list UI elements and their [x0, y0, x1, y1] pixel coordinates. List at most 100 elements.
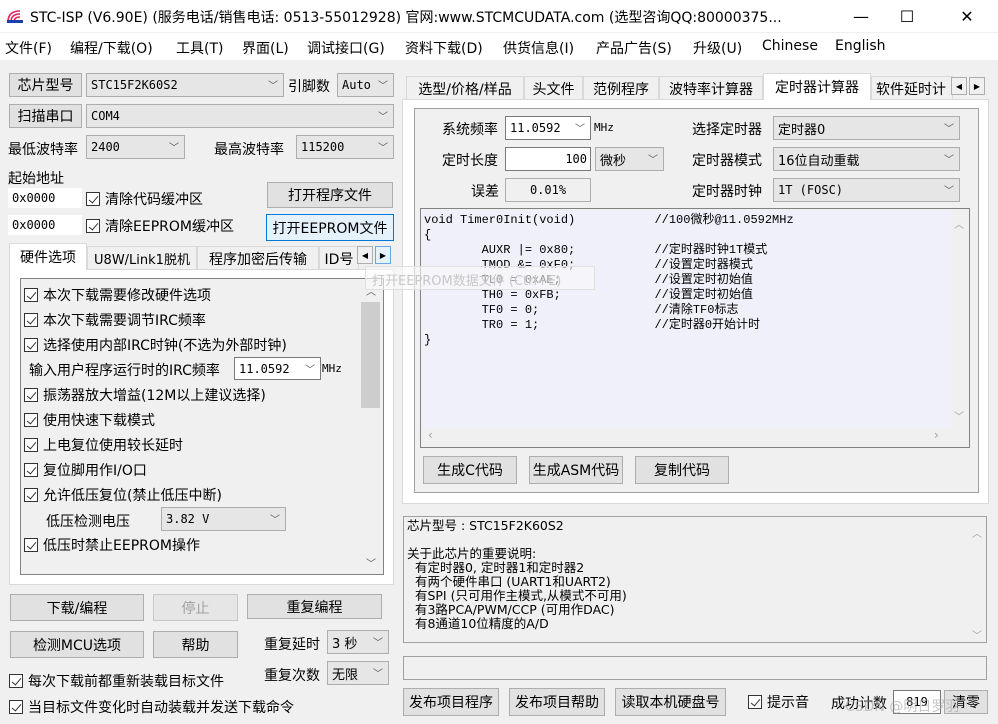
pin-count-select[interactable]: Auto ﹀: [337, 73, 394, 97]
tab-header-file[interactable]: 头文件: [524, 76, 583, 100]
hw-option-label: 复位脚用作I/O口: [43, 463, 147, 479]
checkbox-checked-icon: [24, 463, 38, 477]
irc-frequency-select[interactable]: 11.0592 ﹀: [234, 357, 321, 380]
open-program-file-button[interactable]: 打开程序文件: [267, 182, 393, 208]
clear-eeprom-buffer-checkbox[interactable]: 清除EEPROM缓冲区: [86, 216, 234, 236]
scroll-down-icon[interactable]: ﹀: [954, 408, 964, 423]
scrollbar-thumb[interactable]: [361, 302, 380, 408]
tab-example-programs[interactable]: 范例程序: [583, 76, 659, 100]
scroll-up-icon[interactable]: ︿: [954, 216, 964, 231]
window-title: STC-ISP (V6.90E) (服务电话/销售电话: 0513-550129…: [30, 10, 782, 26]
repeat-delay-select[interactable]: 3 秒 ﹀: [327, 630, 389, 654]
tab-id-number[interactable]: ID号: [319, 246, 359, 270]
reload-before-download-checkbox[interactable]: 每次下载前都重新装载目标文件: [9, 671, 224, 691]
publish-project-help-button[interactable]: 发布项目帮助: [509, 688, 605, 716]
scroll-right-icon[interactable]: ›: [934, 428, 939, 442]
system-frequency-select[interactable]: 11.0592 ﹀: [505, 116, 591, 140]
hw-option-checkbox[interactable]: 选择使用内部IRC时钟(不选为外部时钟): [24, 335, 287, 355]
maximize-button[interactable]: ☐: [884, 0, 930, 32]
hw-option-checkbox[interactable]: 低压时禁止EEPROM操作: [24, 535, 200, 555]
tab-scroll-right-icon[interactable]: ▶: [375, 246, 391, 264]
system-frequency-unit: MHz: [594, 121, 614, 134]
copy-code-button[interactable]: 复制代码: [635, 456, 729, 484]
hw-option-checkbox[interactable]: 使用快速下载模式: [24, 410, 155, 430]
scroll-down-icon[interactable]: ﹀: [972, 627, 982, 642]
code-output-text[interactable]: void Timer0Init(void) //100微秒@11.0592MHz…: [421, 210, 951, 428]
min-baud-select[interactable]: 2400 ﹀: [86, 135, 185, 159]
detect-mcu-options-button[interactable]: 检测MCU选项: [10, 631, 144, 658]
generate-asm-code-button[interactable]: 生成ASM代码: [529, 456, 623, 484]
lvd-select[interactable]: 3.82 V ﹀: [161, 507, 286, 531]
chevron-down-icon: ﹀: [575, 123, 585, 135]
timer-unit-select[interactable]: 微秒 ﹀: [595, 147, 664, 171]
hardware-options-scrollbar[interactable]: ︿ ﹀: [360, 280, 382, 573]
tab-baud-calculator[interactable]: 波特率计算器: [659, 76, 763, 100]
checkbox-checked-icon: [9, 700, 23, 714]
chip-type-value: STC15F2K60S2: [91, 78, 178, 92]
menu-upgrade[interactable]: 升级(U): [693, 38, 742, 58]
hw-option-checkbox[interactable]: 振荡器放大增益(12M以上建议选择): [24, 385, 266, 405]
auto-load-on-change-checkbox[interactable]: 当目标文件变化时自动装载并发送下载命令: [9, 697, 294, 717]
tab-scroll-right-icon[interactable]: ▶: [969, 77, 985, 95]
chip-type-button[interactable]: 芯片型号: [9, 73, 82, 97]
menu-english[interactable]: English: [835, 38, 886, 54]
tab-scroll-left-icon[interactable]: ◀: [951, 77, 967, 95]
code-address-input[interactable]: 0x0000: [8, 188, 82, 208]
timer-length-input[interactable]: 100: [505, 147, 591, 171]
beep-checkbox[interactable]: 提示音: [748, 692, 809, 712]
scroll-up-icon[interactable]: ︿: [972, 525, 982, 540]
help-button[interactable]: 帮助: [153, 631, 238, 658]
hw-option-checkbox[interactable]: 本次下载需要修改硬件选项: [24, 285, 211, 305]
menu-product-ads[interactable]: 产品广告(S): [596, 38, 672, 58]
publish-project-program-button[interactable]: 发布项目程序: [403, 688, 499, 716]
tab-u8w-link1-offline[interactable]: U8W/Link1脱机: [87, 246, 197, 270]
tab-timer-calculator[interactable]: 定时器计算器: [763, 73, 871, 100]
repeat-delay-label: 重复延时: [264, 637, 320, 653]
menu-debug-interface[interactable]: 调试接口(G): [307, 38, 385, 58]
menu-chinese[interactable]: Chinese: [762, 38, 818, 54]
menu-tools[interactable]: 工具(T): [176, 38, 223, 58]
hw-option-checkbox[interactable]: 本次下载需要调节IRC频率: [24, 310, 206, 330]
download-program-button[interactable]: 下载/编程: [10, 594, 144, 621]
minimize-button[interactable]: —: [838, 0, 884, 32]
read-disk-id-button[interactable]: 读取本机硬盘号: [615, 688, 726, 716]
eeprom-address-input[interactable]: 0x0000: [8, 215, 82, 235]
lvd-label: 低压检测电压: [46, 514, 130, 530]
timer-clock-select[interactable]: 1T (FOSC) ﹀: [773, 178, 960, 202]
port-select[interactable]: COM4 ﹀: [86, 104, 394, 128]
pin-count-value: Auto: [342, 78, 371, 92]
hw-option-checkbox[interactable]: 复位脚用作I/O口: [24, 460, 147, 480]
tab-hardware-options[interactable]: 硬件选项: [9, 243, 87, 270]
tab-software-delay[interactable]: 软件延时计: [871, 76, 953, 100]
tab-selection-price-sample[interactable]: 选型/价格/样品: [406, 76, 524, 100]
menu-program-download[interactable]: 编程/下载(O): [70, 38, 153, 58]
chip-type-select[interactable]: STC15F2K60S2 ﹀: [86, 73, 284, 97]
timer-mode-select[interactable]: 16位自动重载 ﹀: [773, 147, 960, 171]
close-button[interactable]: ✕: [944, 0, 990, 32]
chevron-down-icon: ﹀: [169, 142, 179, 154]
open-eeprom-file-button[interactable]: 打开EEPROM文件: [266, 214, 394, 241]
hw-option-checkbox[interactable]: 上电复位使用较长延时: [24, 435, 183, 455]
repeat-count-select[interactable]: 无限 ﹀: [327, 661, 389, 685]
menu-interface[interactable]: 界面(L): [242, 38, 289, 58]
stop-button[interactable]: 停止: [153, 594, 238, 621]
chevron-down-icon: ﹀: [378, 142, 388, 154]
clear-code-buffer-checkbox[interactable]: 清除代码缓冲区: [86, 189, 203, 209]
chip-info-box[interactable]: 芯片型号 : STC15F2K60S2 关于此芯片的重要说明: 有定时器0, 定…: [403, 516, 987, 643]
menu-docs-download[interactable]: 资料下载(D): [405, 38, 483, 58]
menu-supply-info[interactable]: 供货信息(I): [503, 38, 574, 58]
timer-mode-label: 定时器模式: [692, 153, 762, 169]
repeat-program-button[interactable]: 重复编程: [247, 594, 382, 619]
timer-unit-value: 微秒: [600, 153, 627, 169]
tab-encrypted-transfer[interactable]: 程序加密后传输: [197, 246, 319, 270]
code-line: TH0 = 0xFB; //设置定时初始值: [424, 288, 753, 302]
scroll-down-icon[interactable]: ﹀: [366, 555, 376, 570]
scroll-left-icon[interactable]: ‹: [428, 428, 433, 442]
menu-file[interactable]: 文件(F): [5, 38, 52, 58]
scan-port-button[interactable]: 扫描串口: [9, 104, 82, 128]
hw-option-checkbox[interactable]: 允许低压复位(禁止低压中断): [24, 485, 222, 505]
max-baud-select[interactable]: 115200 ﹀: [296, 135, 394, 159]
select-timer-select[interactable]: 定时器0 ﹀: [773, 116, 960, 140]
tab-scroll-left-icon[interactable]: ◀: [357, 246, 373, 264]
generate-c-code-button[interactable]: 生成C代码: [423, 456, 517, 484]
